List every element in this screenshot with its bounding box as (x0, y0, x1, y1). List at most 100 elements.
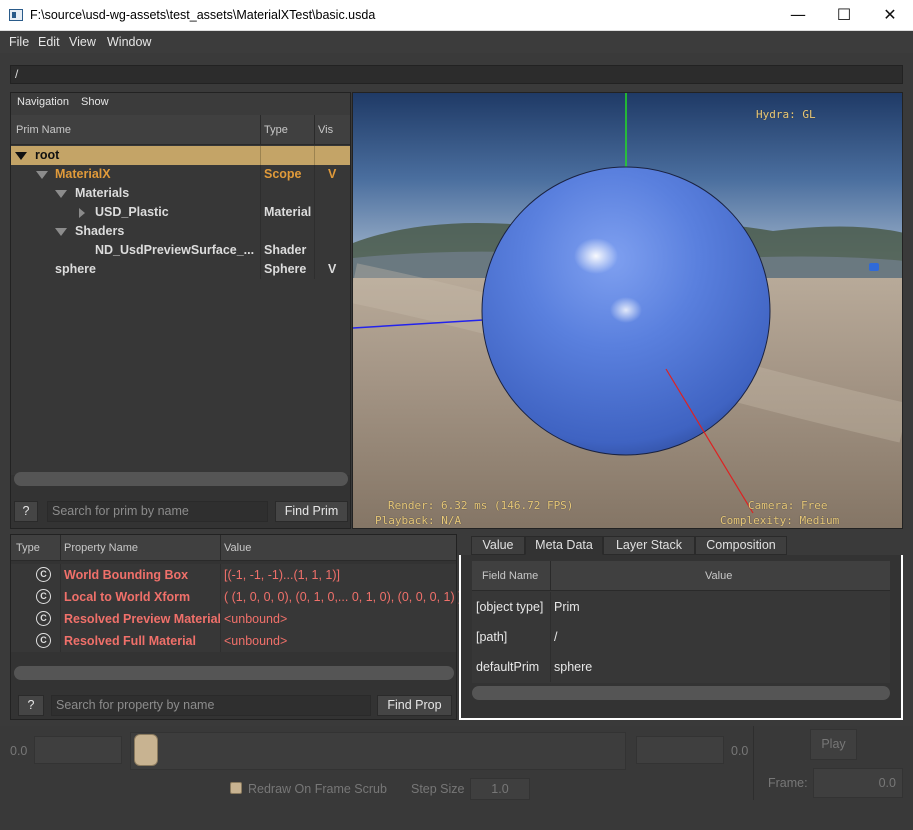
property-horizontal-scrollbar[interactable] (14, 666, 454, 680)
minimize-button[interactable]: — (775, 0, 821, 31)
field-value: sphere (554, 660, 593, 674)
col-vis[interactable]: Vis (318, 124, 333, 136)
prim-path-field[interactable]: / (10, 65, 903, 84)
range-start-label: 0.0 (10, 744, 28, 758)
menu-file[interactable]: File (9, 35, 29, 49)
field-value: / (554, 630, 558, 644)
prim-tree-header: Prim Name Type Vis (11, 115, 350, 145)
tree-horizontal-scrollbar[interactable] (14, 472, 348, 486)
property-value: <unbound> (224, 612, 288, 626)
property-row[interactable]: C World Bounding Box [(-1, -1, -1)...(1,… (11, 564, 456, 586)
tab-composition[interactable]: Composition (695, 536, 787, 555)
property-row[interactable]: C Resolved Preview Material <unbound> (11, 608, 456, 630)
timeline-bar: 0.0 0.0 Play Redraw On Frame Scrub Step … (0, 726, 913, 830)
property-panel: Type Property Name Value C World Boundin… (10, 534, 462, 720)
property-help-button[interactable]: ? (18, 695, 44, 716)
prim-browser-panel: Navigation Show Prim Name Type Vis root … (10, 92, 351, 529)
frame-slider[interactable] (130, 732, 626, 770)
computed-property-icon: C (36, 589, 51, 604)
tab-meta-data[interactable]: Meta Data (525, 536, 603, 555)
metadata-horizontal-scrollbar[interactable] (472, 686, 890, 700)
col-prim-name[interactable]: Prim Name (16, 124, 71, 136)
collapse-arrow-icon[interactable] (79, 208, 85, 218)
property-name: Local to World Xform (64, 590, 191, 604)
col-type[interactable]: Type (264, 124, 288, 136)
find-prop-button[interactable]: Find Prop (377, 695, 452, 716)
menu-window[interactable]: Window (107, 35, 151, 49)
step-size-input[interactable]: 1.0 (470, 778, 530, 800)
range-begin-input[interactable] (34, 736, 122, 764)
col-prop-type[interactable]: Type (16, 542, 40, 554)
menu-view[interactable]: View (69, 35, 96, 49)
prim-name: MaterialX (55, 167, 111, 181)
frame-slider-handle[interactable] (134, 734, 158, 766)
col-meta-value[interactable]: Value (705, 570, 732, 582)
prim-name: Materials (75, 186, 130, 200)
step-size-label: Step Size (411, 782, 465, 796)
col-prop-value[interactable]: Value (224, 542, 251, 554)
expand-arrow-icon[interactable] (15, 152, 27, 160)
menu-bar: File Edit View Window (0, 31, 913, 53)
prim-vis[interactable]: V (328, 167, 336, 181)
range-end-input[interactable] (636, 736, 724, 764)
computed-property-icon: C (36, 567, 51, 582)
expand-arrow-icon[interactable] (55, 190, 67, 198)
prim-type: Material (264, 205, 312, 219)
col-field-name[interactable]: Field Name (482, 570, 538, 582)
metadata-row[interactable]: [object type] Prim (472, 592, 890, 622)
complexity-status: Complexity: Medium (720, 514, 840, 527)
navigation-menu[interactable]: Navigation (17, 96, 69, 108)
field-name: [object type] (476, 600, 544, 614)
viewport-scene[interactable] (353, 93, 903, 529)
computed-property-icon: C (36, 611, 51, 626)
app-icon (9, 9, 23, 21)
expand-arrow-icon[interactable] (55, 228, 67, 236)
property-name: Resolved Full Material (64, 634, 196, 648)
3d-viewport[interactable]: Hydra: GL Render: 6.32 ms (146.72 FPS) P… (352, 92, 903, 529)
prim-vis[interactable]: V (328, 262, 336, 276)
inspector-panel: Value Meta Data Layer Stack Composition … (459, 533, 903, 720)
maximize-button[interactable]: ☐ (821, 0, 867, 31)
find-prim-button[interactable]: Find Prim (275, 501, 348, 522)
show-menu[interactable]: Show (81, 96, 109, 108)
property-row[interactable]: C Resolved Full Material <unbound> (11, 630, 456, 652)
camera-status: Camera: Free (748, 499, 828, 512)
prim-search-input[interactable]: Search for prim by name (47, 501, 268, 522)
redraw-checkbox[interactable] (230, 782, 242, 794)
tree-row-shaders[interactable]: Shaders (11, 222, 350, 241)
field-name: [path] (476, 630, 508, 644)
tree-row-usd-plastic[interactable]: USD_Plastic Material (11, 203, 350, 222)
close-button[interactable]: ✕ (867, 0, 913, 31)
metadata-view: Field Name Value [object type] Prim [pat… (461, 555, 901, 718)
col-prop-name[interactable]: Property Name (64, 542, 138, 554)
metadata-table: Field Name Value [object type] Prim [pat… (472, 561, 890, 683)
tab-layer-stack[interactable]: Layer Stack (603, 536, 695, 555)
prim-name: Shaders (75, 224, 125, 238)
metadata-row[interactable]: [path] / (472, 622, 890, 652)
playback-status: Playback: N/A (375, 514, 462, 527)
tab-value[interactable]: Value (471, 536, 525, 555)
play-button[interactable]: Play (810, 729, 857, 760)
tree-row-sphere[interactable]: sphere Sphere V (11, 260, 350, 279)
metadata-header: Field Name Value (472, 561, 890, 591)
tree-row-materials[interactable]: Materials (11, 184, 350, 203)
render-stats: Render: 6.32 ms (146.72 FPS) (388, 499, 574, 512)
browser-menu: Navigation Show (11, 93, 350, 115)
title-bar: F:\source\usd-wg-assets\test_assets\Mate… (0, 0, 913, 31)
tree-row-root[interactable]: root (11, 146, 350, 165)
redraw-label: Redraw On Frame Scrub (248, 782, 387, 796)
tree-row-materialx[interactable]: MaterialX Scope V (11, 165, 350, 184)
prim-help-button[interactable]: ? (14, 501, 38, 522)
property-name: World Bounding Box (64, 568, 189, 582)
expand-arrow-icon[interactable] (36, 171, 48, 179)
tree-row-nd-usdpreviewsurface[interactable]: ND_UsdPreviewSurface_... Shader (11, 241, 350, 260)
prim-type: Sphere (264, 262, 307, 276)
frame-input[interactable]: 0.0 (813, 768, 903, 798)
property-value: ( (1, 0, 0, 0), (0, 1, 0,... 0, 1, 0), (… (224, 590, 463, 604)
property-search-input[interactable]: Search for property by name (51, 695, 371, 716)
property-row[interactable]: C Local to World Xform ( (1, 0, 0, 0), (… (11, 586, 462, 608)
window-title: F:\source\usd-wg-assets\test_assets\Mate… (30, 8, 376, 22)
metadata-row[interactable]: defaultPrim sphere (472, 652, 890, 682)
field-value: Prim (554, 600, 580, 614)
menu-edit[interactable]: Edit (38, 35, 60, 49)
